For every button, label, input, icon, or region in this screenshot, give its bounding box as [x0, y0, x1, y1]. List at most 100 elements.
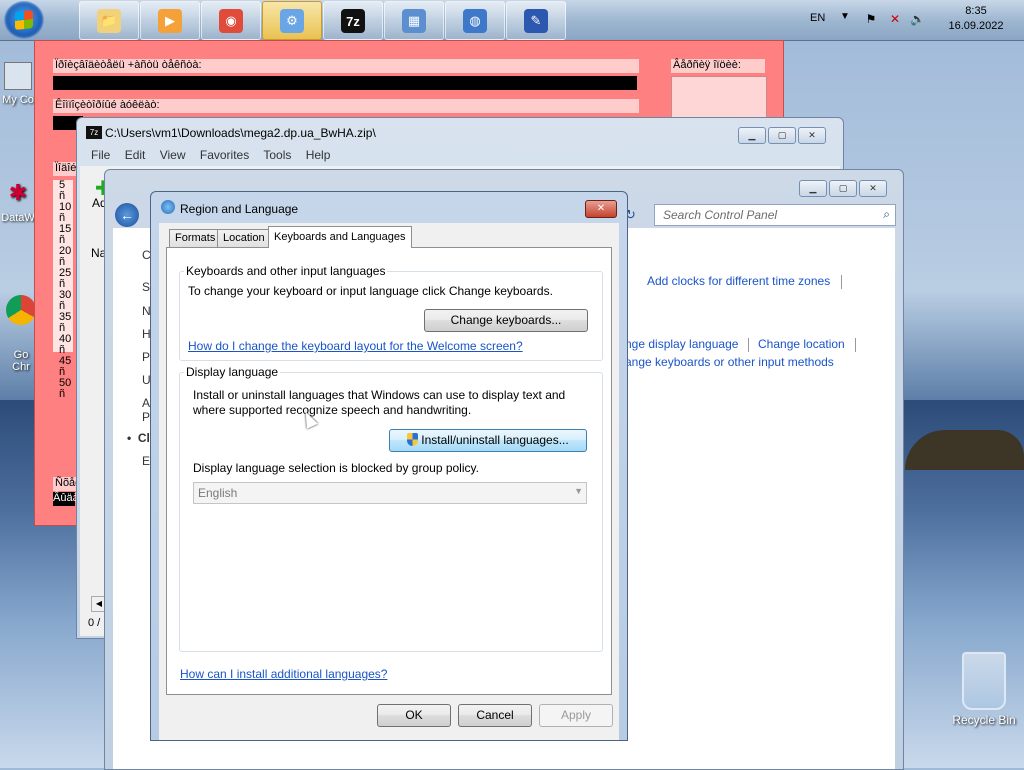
separator [855, 338, 856, 352]
taskbar: 📁 ▶ ◉ ⚙ 7z ▦ ◍ ✎ EN ▼ ⚑ ✕ 🔊 8:35 16.09.2022 [0, 0, 1024, 41]
change-display-language-link[interactable]: nge display language [625, 337, 738, 351]
install-uninstall-languages-button[interactable]: Install/uninstall languages... [389, 429, 587, 452]
close-button[interactable]: ✕ [585, 200, 617, 218]
globe-icon [161, 200, 175, 214]
search-input[interactable]: Search Control Panel ⌕ [654, 204, 896, 226]
desktop-icon-chrome[interactable]: Go Chr [4, 295, 38, 373]
menu-favorites[interactable]: Favorites [200, 148, 249, 162]
label-1: Ïðîèçâîäèòåëü +àñòü òåêñòà: [53, 59, 639, 73]
window-controls: ▁ ▢ ✕ [799, 180, 887, 197]
minimize-button[interactable]: ▁ [738, 127, 766, 144]
desktop-icon-dataw[interactable]: ✱ DataW [0, 180, 36, 224]
display-language-select: English ▼ [193, 482, 587, 504]
list-item[interactable]: 35 ñ [53, 312, 73, 334]
input-1[interactable] [53, 76, 637, 90]
desktop-icon-computer[interactable]: My Co [0, 62, 36, 106]
taskbar-chrome-button[interactable]: ◉ [201, 1, 261, 40]
desktop-icon-label: DataW [1, 212, 35, 224]
maximize-button[interactable]: ▢ [829, 180, 857, 197]
label-4: Ïîäîé [53, 162, 77, 176]
taskbar-media-button[interactable]: ▶ [140, 1, 200, 40]
add-clocks-link[interactable]: Add clocks for different time zones [647, 274, 830, 288]
label-6: Âûäà [53, 492, 79, 506]
desktop-icon-label: Go Chr [12, 349, 30, 373]
clock[interactable]: 8:35 16.09.2022 [936, 4, 1016, 34]
keyboards-group-legend: Keyboards and other input languages [184, 264, 388, 278]
label-3: Âåðñèÿ îïöèè: [671, 59, 765, 73]
taskbar-explorer-button[interactable]: 📁 [79, 1, 139, 40]
list-item[interactable]: 40 ñ [53, 334, 73, 356]
action-center-icon[interactable]: ⚑ [864, 12, 878, 26]
taskbar-tool-button[interactable]: ✎ [506, 1, 566, 40]
windows-logo-icon [15, 10, 33, 30]
language-indicator[interactable]: EN [810, 12, 825, 24]
cancel-button[interactable]: Cancel [458, 704, 532, 727]
change-location-link[interactable]: Change location [758, 337, 845, 351]
close-button[interactable]: ✕ [798, 127, 826, 144]
interval-list[interactable]: 5 ñ 10 ñ 15 ñ 20 ñ 25 ñ 30 ñ 35 ñ 40 ñ 45 ñ 50 ñ [53, 180, 73, 400]
keyboard-layout-help-link[interactable]: How do I change the keyboard layout for … [188, 339, 523, 353]
sidebar-current-label: Cl [137, 431, 150, 445]
tab-panel: Keyboards and other input languages To c… [166, 247, 612, 695]
ok-button[interactable]: OK [377, 704, 451, 727]
recycle-bin-label: Recycle Bin [952, 713, 1016, 727]
back-button[interactable]: ← [115, 203, 139, 227]
menu-view[interactable]: View [160, 148, 186, 162]
network-icon[interactable]: ✕ [888, 12, 902, 26]
list-item[interactable]: 20 ñ [53, 246, 73, 268]
window-controls: ▁ ▢ ✕ [738, 127, 826, 144]
maximize-button[interactable]: ▢ [768, 127, 796, 144]
close-button[interactable]: ✕ [859, 180, 887, 197]
menu-tools[interactable]: Tools [263, 148, 291, 162]
chevron-down-icon: ▼ [574, 486, 583, 496]
clock-date: 16.09.2022 [948, 20, 1004, 32]
menu-file[interactable]: File [91, 148, 110, 162]
apply-button[interactable]: Apply [539, 704, 613, 727]
taskbar-control-panel-button[interactable]: ⚙ [262, 1, 322, 40]
menu-edit[interactable]: Edit [125, 148, 146, 162]
label-5: Ñõåö [53, 477, 82, 491]
install-additional-languages-link[interactable]: How can I install additional languages? [180, 667, 387, 681]
taskbar-7zip-button[interactable]: 7z [323, 1, 383, 40]
tab-formats[interactable]: Formats [169, 229, 222, 247]
dialog-title: Region and Language [180, 202, 299, 216]
list-item[interactable]: 45 ñ [53, 356, 73, 378]
menu-bar: File Edit View Favorites Tools Help [91, 148, 341, 162]
recycle-bin-icon[interactable]: Recycle Bin [944, 652, 1024, 727]
dialog-body: Formats Location Keyboards and Languages… [159, 223, 619, 740]
clock-time: 8:35 [965, 5, 987, 17]
magic-wand-icon: ✎ [524, 9, 548, 33]
list-item[interactable]: 10 ñ [53, 202, 73, 224]
trash-icon [962, 652, 1006, 710]
tab-keyboards-languages[interactable]: Keyboards and Languages [268, 226, 412, 248]
list-item[interactable]: 25 ñ [53, 268, 73, 290]
computer-icon [4, 62, 32, 90]
window-title: C:\Users\vm1\Downloads\mega2.dp.ua_BwHA.… [105, 126, 376, 140]
language-chevron-icon[interactable]: ▼ [840, 11, 850, 22]
install-uninstall-label: Install/uninstall languages... [421, 433, 569, 447]
label-2: Êîìïîçèòîðíûé àóêëàò: [53, 99, 639, 113]
list-item[interactable]: 30 ñ [53, 290, 73, 312]
taskbar-network-button[interactable]: ◍ [445, 1, 505, 40]
search-icon[interactable]: ⌕ [883, 207, 890, 222]
taskbar-settings-button[interactable]: ▦ [384, 1, 444, 40]
desktop-icon-label: My Co [2, 94, 34, 106]
7zip-icon: 7z [86, 126, 102, 139]
media-player-icon: ▶ [158, 9, 182, 33]
minimize-button[interactable]: ▁ [799, 180, 827, 197]
list-item[interactable]: 50 ñ [53, 378, 73, 400]
sidebar-current-item: • Cl [127, 431, 150, 445]
globe-clock-icon: ◍ [463, 9, 487, 33]
menu-help[interactable]: Help [306, 148, 331, 162]
display-language-description-2: where supported recognize speech and han… [193, 403, 472, 417]
display-language-legend: Display language [184, 365, 281, 379]
display-language-description-1: Install or uninstall languages that Wind… [193, 388, 566, 402]
change-keyboards-button[interactable]: Change keyboards... [424, 309, 588, 332]
control-panel-icon: ⚙ [280, 9, 304, 33]
list-item[interactable]: 5 ñ [53, 180, 73, 202]
volume-icon[interactable]: 🔊 [910, 12, 925, 26]
list-item[interactable]: 15 ñ [53, 224, 73, 246]
start-button[interactable] [4, 1, 44, 39]
tab-location[interactable]: Location [217, 229, 271, 247]
change-keyboards-link[interactable]: ange keyboards or other input methods [625, 355, 834, 369]
